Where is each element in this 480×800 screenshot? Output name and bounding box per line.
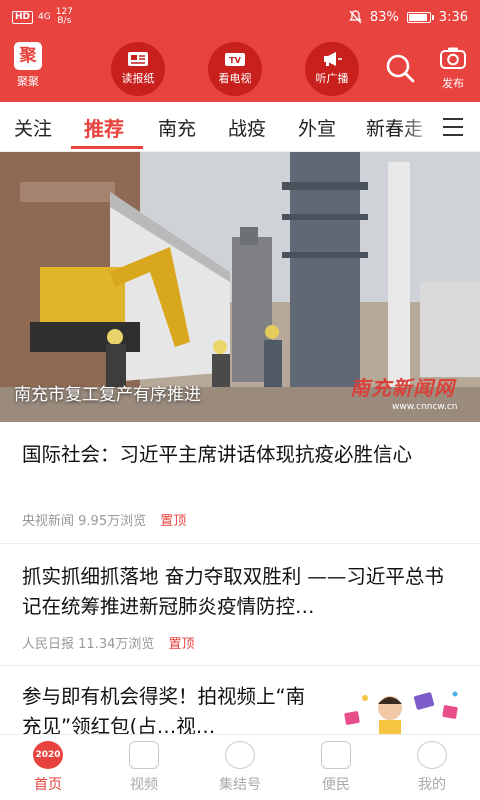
nav-home[interactable]: 2020 首页: [13, 741, 83, 794]
profile-icon: [417, 741, 447, 769]
nav-rally-label: 集结号: [219, 777, 261, 793]
news-title: 国际社会：习近平主席讲话体现抗疫必胜信心: [22, 443, 413, 466]
nav-profile-label: 我的: [418, 777, 446, 793]
promo-illustration: [344, 691, 458, 736]
nav-services[interactable]: 便民: [301, 741, 371, 794]
active-tab-indicator: [71, 146, 143, 149]
pinned-badge: 置顶: [160, 514, 187, 529]
news-source: 人民日报: [22, 637, 75, 652]
megaphone-icon: [324, 52, 342, 66]
clock: 3:36: [438, 9, 468, 25]
news-title: 抓实抓细抓落地 奋力夺取双胜利 ——习近平总书记在统筹推进新冠肺炎疫情防控…: [22, 565, 444, 618]
logo-label: 聚聚: [17, 75, 39, 88]
news-item[interactable]: 国际社会：习近平主席讲话体现抗疫必胜信心 央视新闻 9.95万浏览 置顶: [0, 422, 480, 544]
channel-tabs: 关注 推荐 南充 战疫 外宣 新春走: [0, 102, 480, 152]
camera-icon: [440, 47, 466, 69]
news-views: 9.95万浏览: [78, 514, 147, 529]
network-speed: 127 B/s: [56, 8, 73, 26]
app-logo[interactable]: 聚 聚聚: [10, 42, 46, 89]
nav-rally[interactable]: 集结号: [205, 741, 275, 794]
app-root: HD 4G 127 B/s 83% 3:36 聚 聚聚 读报纸 TV 看电视 听…: [0, 0, 480, 800]
read-newspaper-label: 读报纸: [121, 72, 155, 85]
news-meta: 人民日报 11.34万浏览 置顶: [22, 633, 195, 652]
news-source: 央视新闻: [22, 514, 75, 529]
listen-radio-label: 听广播: [315, 72, 349, 85]
video-icon: [129, 741, 159, 769]
read-newspaper-button[interactable]: 读报纸: [111, 42, 165, 96]
publish-button[interactable]: 发布: [436, 46, 470, 91]
mute-icon: [349, 10, 362, 24]
nav-video[interactable]: 视频: [109, 741, 179, 794]
tabs-fade: [400, 102, 440, 151]
news-meta: 央视新闻 9.95万浏览 置顶: [22, 510, 186, 529]
status-bar: HD 4G 127 B/s 83% 3:36: [0, 0, 480, 34]
battery-percent: 83%: [369, 9, 399, 25]
tv-icon: TV: [225, 53, 245, 66]
hero-caption: 南充市复工复产有序推进: [14, 385, 201, 405]
watermark-url: www.cnncw.cn: [392, 402, 458, 412]
nav-home-label: 首页: [34, 777, 62, 793]
network-indicator: 4G: [38, 11, 51, 22]
watermark-logo: 南充新闻网: [350, 376, 455, 400]
menu-icon[interactable]: [443, 118, 463, 136]
tv-badge-text: TV: [229, 56, 241, 65]
news-title: 参与即有机会得奖！拍视频上“南充见”领红包(占…视…: [22, 685, 306, 738]
logo-mark-icon: 聚: [14, 42, 42, 70]
pinned-badge: 置顶: [168, 637, 195, 652]
hd-indicator: HD: [12, 10, 34, 24]
watch-tv-button[interactable]: TV 看电视: [208, 42, 262, 96]
services-icon: [321, 741, 351, 769]
news-views: 11.34万浏览: [78, 637, 155, 652]
watch-tv-label: 看电视: [218, 72, 252, 85]
bottom-navigation: 2020 首页 视频 集结号 便民 我的: [0, 734, 480, 800]
rally-icon: [225, 741, 255, 769]
newspaper-icon: [128, 52, 148, 66]
tab-nanchong[interactable]: 南充: [158, 114, 196, 141]
tab-fight-epidemic[interactable]: 战疫: [228, 114, 266, 141]
tab-recommend[interactable]: 推荐: [84, 113, 124, 142]
listen-radio-button[interactable]: 听广播: [305, 42, 359, 96]
network-speed-unit: B/s: [57, 16, 72, 26]
nav-services-label: 便民: [322, 777, 350, 793]
search-icon[interactable]: [384, 52, 416, 84]
tab-follow[interactable]: 关注: [14, 114, 52, 141]
home-icon: 2020: [33, 741, 63, 769]
hero-banner[interactable]: 南充市复工复产有序推进 南充新闻网 www.cnncw.cn: [0, 152, 480, 422]
news-item[interactable]: 抓实抓细抓落地 奋力夺取双胜利 ——习近平总书记在统筹推进新冠肺炎疫情防控… 人…: [0, 544, 480, 666]
publish-label: 发布: [442, 77, 464, 90]
tab-external-publicity[interactable]: 外宣: [298, 114, 336, 141]
app-header: 聚 聚聚 读报纸 TV 看电视 听广播 发布: [0, 34, 480, 102]
nav-video-label: 视频: [130, 777, 158, 793]
nav-profile[interactable]: 我的: [397, 741, 467, 794]
battery-icon: [406, 11, 434, 23]
